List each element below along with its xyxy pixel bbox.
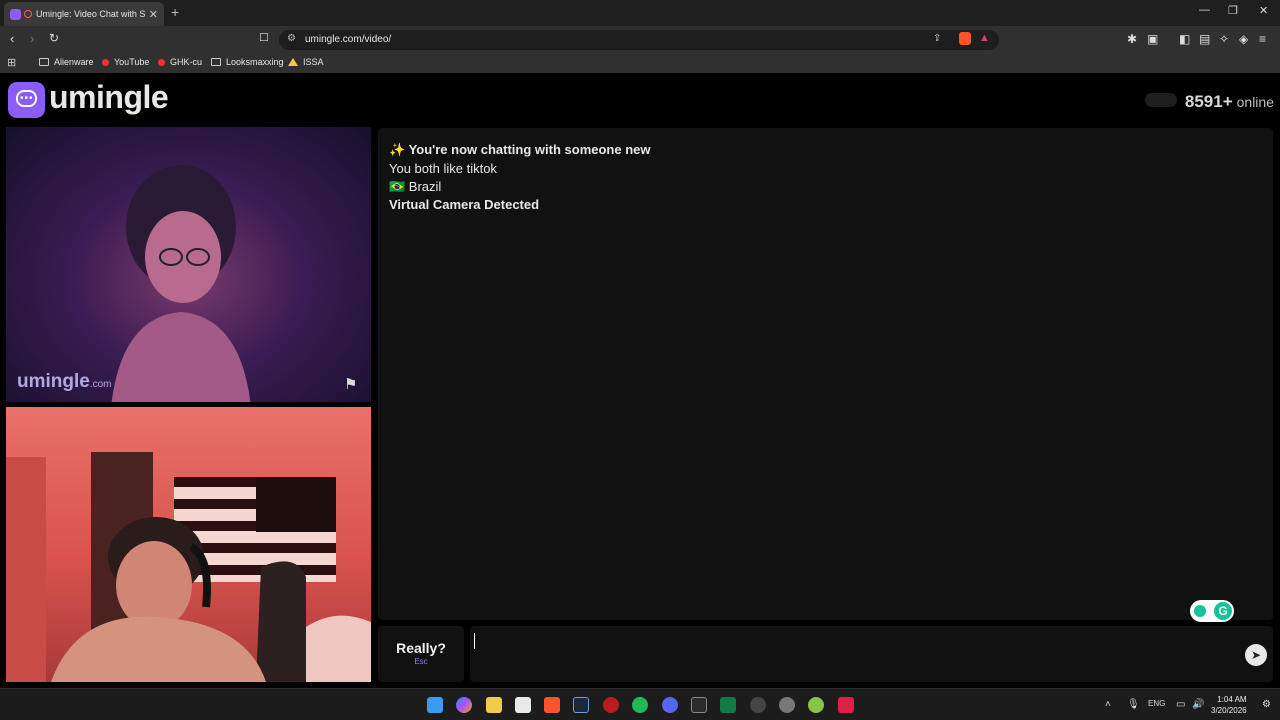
steam-icon[interactable] <box>573 697 589 713</box>
logo-text[interactable]: umingle <box>49 79 169 116</box>
network-icon[interactable]: ▭ <box>1176 699 1185 710</box>
discord-icon[interactable] <box>662 697 678 713</box>
tab-groups-icon[interactable]: ▤ <box>1199 32 1210 46</box>
menu-icon[interactable]: ≡ <box>1259 32 1266 46</box>
epic-games-icon[interactable] <box>691 697 707 713</box>
folder-icon <box>39 58 49 66</box>
bookmark-alienware[interactable]: Alienware <box>39 57 94 67</box>
url-text: umingle.com/video/ <box>305 34 392 45</box>
share-icon[interactable]: ⇪ <box>933 33 941 44</box>
bookmark-label: YouTube <box>114 57 150 67</box>
brave-browser-icon[interactable] <box>544 697 560 713</box>
bookmark-label: ISSA <box>303 57 324 67</box>
copilot-icon[interactable] <box>456 697 472 713</box>
tab-close-icon[interactable]: ✕ <box>149 8 158 21</box>
windows-taskbar: ˄ 🎙 ENG ▭ 🔊 1:04 AM 3/20/2026 ⚙ <box>0 688 1280 720</box>
back-icon[interactable]: ‹ <box>10 31 14 46</box>
close-window-button[interactable]: ✕ <box>1259 4 1268 17</box>
site-header: ••• umingle 8591+ online <box>0 73 1280 126</box>
bookmark-issa[interactable]: ISSA <box>288 57 324 67</box>
file-explorer-icon[interactable] <box>486 697 502 713</box>
tab-title: Umingle: Video Chat with Strangers <box>36 9 145 19</box>
notifications-icon[interactable]: ⚙ <box>1262 699 1271 710</box>
grammarly-icon: G <box>1214 602 1232 620</box>
address-bar[interactable]: ⚙ umingle.com/video/ ⇪ ▲ <box>279 30 999 50</box>
chat-message: 🇧🇷 Brazil <box>389 179 442 194</box>
browser-tab-strip: Umingle: Video Chat with Strangers ✕ + —… <box>0 0 1280 26</box>
microphone-icon[interactable]: 🎙 <box>1127 699 1140 710</box>
apps-icon[interactable]: ⊞ <box>7 56 16 69</box>
sidebar-icon[interactable]: ◧ <box>1179 32 1190 46</box>
bookmark-ghk-cu[interactable]: GHK-cu <box>158 57 202 67</box>
youtube-icon <box>158 58 165 66</box>
triangle-icon <box>288 58 298 66</box>
skip-button[interactable]: Really? Esc <box>378 626 464 682</box>
vpn-icon[interactable]: ◈ <box>1239 32 1248 46</box>
clock-time: 1:04 AM <box>1217 695 1247 704</box>
text-caret <box>474 633 475 649</box>
bookmark-looksmaxxing[interactable]: Looksmaxxing <box>211 57 284 67</box>
bookmark-label: Alienware <box>54 57 94 67</box>
stranger-silhouette <box>111 165 251 402</box>
show-hidden-icons[interactable]: ˄ <box>1105 699 1111 710</box>
minimize-button[interactable]: — <box>1199 4 1210 16</box>
youtube-icon <box>102 58 109 66</box>
online-counter: 8591+ online <box>1144 92 1274 112</box>
grammarly-status-icon <box>1194 605 1206 617</box>
online-count: 8591+ <box>1184 92 1233 111</box>
message-input[interactable] <box>470 626 1273 682</box>
language-indicator[interactable]: ENG <box>1148 699 1165 708</box>
system-clock[interactable]: 1:04 AM 3/20/2026 <box>1211 694 1247 716</box>
stranger-video: umingle.com ⚑ <box>6 127 371 402</box>
bookmark-youtube[interactable]: YouTube <box>102 57 149 67</box>
settings-icon[interactable] <box>779 697 795 713</box>
excel-icon[interactable] <box>720 697 736 713</box>
reload-icon[interactable]: ↻ <box>49 31 59 45</box>
bookmark-icon[interactable]: ☐ <box>259 31 269 44</box>
brave-rewards-icon[interactable]: ▲ <box>979 32 990 44</box>
chat-message: Virtual Camera Detected <box>389 197 540 212</box>
umingle-watermark: umingle.com <box>17 371 112 392</box>
microsoft-store-icon[interactable] <box>515 697 531 713</box>
self-room-scene <box>6 452 371 682</box>
umingle-logo-icon[interactable]: ••• <box>8 82 45 118</box>
grammarly-widget[interactable]: G <box>1190 600 1234 622</box>
umingle-favicon-icon <box>10 8 21 20</box>
obs-icon[interactable] <box>750 697 766 713</box>
windows-start-icon[interactable] <box>427 697 443 713</box>
bookmarks-bar: ⊞ Alienware YouTube GHK-cu Looksmaxxing … <box>0 53 1280 73</box>
chat-composer: Really? Esc ➤ <box>378 626 1273 682</box>
send-icon[interactable]: ➤ <box>1245 644 1267 666</box>
bookmark-label: Looksmaxxing <box>226 57 284 67</box>
chrome-alt-icon[interactable] <box>808 697 824 713</box>
new-tab-button[interactable]: + <box>171 4 179 20</box>
skip-shortcut: Esc <box>414 657 428 666</box>
chat-message: ✨ You're now chatting with someone new <box>389 142 651 157</box>
chat-message: You both like tiktok <box>389 161 497 176</box>
forward-icon[interactable]: › <box>30 31 34 46</box>
browser-tab[interactable]: Umingle: Video Chat with Strangers ✕ <box>4 2 164 26</box>
app-icon[interactable] <box>838 697 854 713</box>
skip-label: Really? <box>396 640 446 656</box>
chat-log: ✨ You're now chatting with someone new Y… <box>378 128 1273 620</box>
theme-toggle[interactable] <box>1144 93 1177 107</box>
extensions-icon[interactable]: ✱ <box>1127 32 1137 46</box>
game-launcher-icon[interactable] <box>603 697 619 713</box>
site-info-icon[interactable]: ⚙ <box>287 33 296 44</box>
report-flag-icon[interactable]: ⚑ <box>344 375 357 393</box>
recording-icon <box>24 10 32 18</box>
self-video <box>6 407 371 682</box>
brave-shields-icon[interactable] <box>959 32 971 45</box>
folder-icon <box>211 58 221 66</box>
clock-date: 3/20/2026 <box>1211 706 1247 715</box>
spotify-icon[interactable] <box>632 697 648 713</box>
browser-toolbar: ‹ › ↻ ☐ ⚙ umingle.com/video/ ⇪ ▲ ✱ ▣ ◧ ▤… <box>0 26 1280 53</box>
leo-ai-icon[interactable]: ✧ <box>1219 32 1229 46</box>
volume-icon[interactable]: 🔊 <box>1192 699 1204 710</box>
wallet-icon[interactable]: ▣ <box>1147 32 1158 46</box>
maximize-button[interactable]: ❐ <box>1228 4 1238 17</box>
online-label: online <box>1236 94 1274 110</box>
bookmark-label: GHK-cu <box>170 57 203 67</box>
